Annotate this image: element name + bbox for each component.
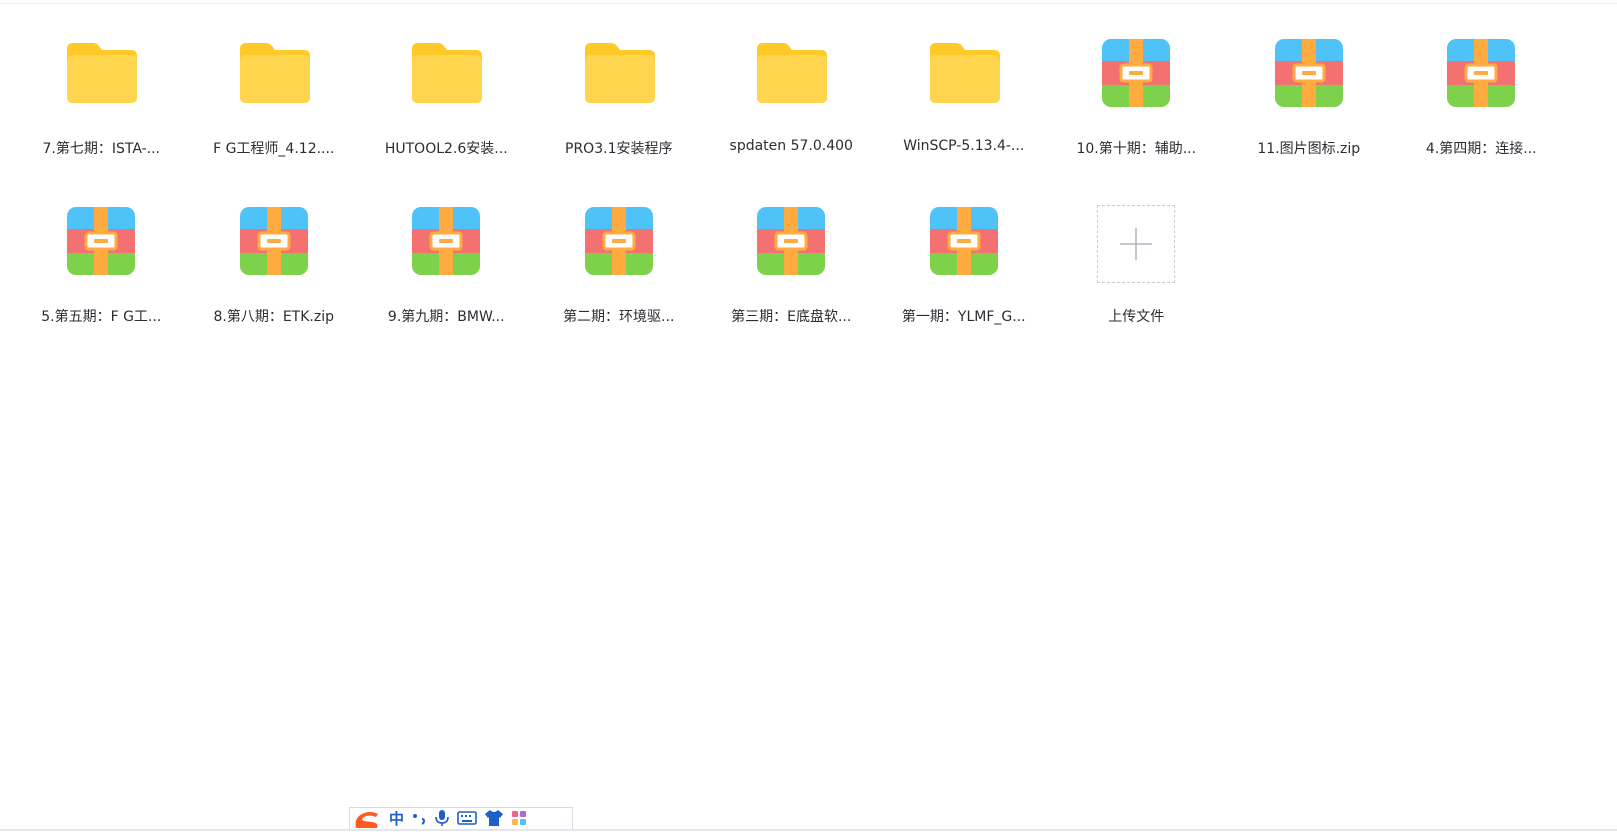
file-name-label: 5.第五期：F G工... [41, 309, 162, 325]
folder-item[interactable]: 7.第七期：ISTA-... [15, 30, 188, 198]
archive-file-item[interactable]: 第一期：YLMF_G... [878, 198, 1051, 366]
file-name-label: 第二期：环境驱... [563, 309, 675, 325]
sogou-logo-icon[interactable] [352, 809, 382, 831]
zip-archive-icon [67, 207, 136, 279]
file-name-label: 第三期：E底盘软... [731, 309, 852, 325]
folder-icon [753, 41, 829, 109]
folder-icon [581, 41, 657, 109]
folder-item[interactable]: WinSCP-5.13.4-... [878, 30, 1051, 198]
folder-icon [408, 41, 484, 109]
file-name-label: 9.第九期：BMW... [387, 309, 505, 325]
archive-file-item[interactable]: 5.第五期：F G工... [15, 198, 188, 366]
archive-file-item[interactable]: 4.第四期：连接... [1395, 30, 1568, 198]
upload-file-label: 上传文件 [1108, 309, 1165, 325]
punctuation-icon[interactable] [411, 810, 427, 830]
zip-archive-icon [239, 207, 308, 279]
archive-file-item[interactable]: 8.第八期：ETK.zip [188, 198, 361, 366]
folder-item[interactable]: PRO3.1安装程序 [533, 30, 706, 198]
file-name-label: WinSCP-5.13.4-... [903, 138, 1025, 154]
archive-file-item[interactable]: 9.第九期：BMW... [360, 198, 533, 366]
archive-file-item[interactable]: 第三期：E底盘软... [705, 198, 878, 366]
archive-file-item[interactable]: 第二期：环境驱... [533, 198, 706, 366]
skin-shirt-icon[interactable] [484, 809, 504, 831]
upload-file-button[interactable]: 上传文件 [1050, 198, 1223, 366]
file-grid: 7.第七期：ISTA-... F G工程师_4.12.... HUTOOL2.6安装… [15, 30, 1575, 366]
file-name-label: spdaten 57.0.400 [729, 138, 853, 154]
folder-item[interactable]: F G工程师_4.12.... [188, 30, 361, 198]
ime-toolbar: 中 [349, 807, 573, 831]
folder-icon [926, 41, 1002, 109]
file-name-label: HUTOOL2.6安装... [384, 141, 508, 157]
folder-item[interactable]: HUTOOL2.6安装... [360, 30, 533, 198]
zip-archive-icon [1447, 39, 1516, 111]
microphone-icon[interactable] [434, 809, 450, 831]
zip-archive-icon [1102, 39, 1171, 111]
archive-file-item[interactable]: 11.图片图标.zip [1223, 30, 1396, 198]
file-name-label: 11.图片图标.zip [1257, 141, 1361, 157]
zip-archive-icon [584, 207, 653, 279]
zip-archive-icon [1274, 39, 1343, 111]
file-name-label: 7.第七期：ISTA-... [42, 141, 160, 157]
archive-file-item[interactable]: 10.第十期：辅助... [1050, 30, 1223, 198]
keyboard-icon[interactable] [457, 810, 477, 830]
file-name-label: 第一期：YLMF_G... [901, 309, 1026, 325]
file-name-label: 4.第四期：连接... [1425, 141, 1537, 157]
file-name-label: F G工程师_4.12.... [213, 141, 335, 157]
ime-mode-toggle[interactable]: 中 [389, 812, 404, 827]
top-divider [0, 3, 1617, 4]
folder-item[interactable]: spdaten 57.0.400 [705, 30, 878, 198]
toolbox-grid-icon[interactable] [511, 810, 527, 830]
folder-icon [236, 41, 312, 109]
folder-icon [63, 41, 139, 109]
file-name-label: 10.第十期：辅助... [1076, 141, 1197, 157]
zip-archive-icon [929, 207, 998, 279]
file-name-label: 8.第八期：ETK.zip [213, 309, 334, 325]
plus-icon [1097, 205, 1176, 283]
zip-archive-icon [412, 207, 481, 279]
zip-archive-icon [757, 207, 826, 279]
file-name-label: PRO3.1安装程序 [565, 141, 673, 157]
